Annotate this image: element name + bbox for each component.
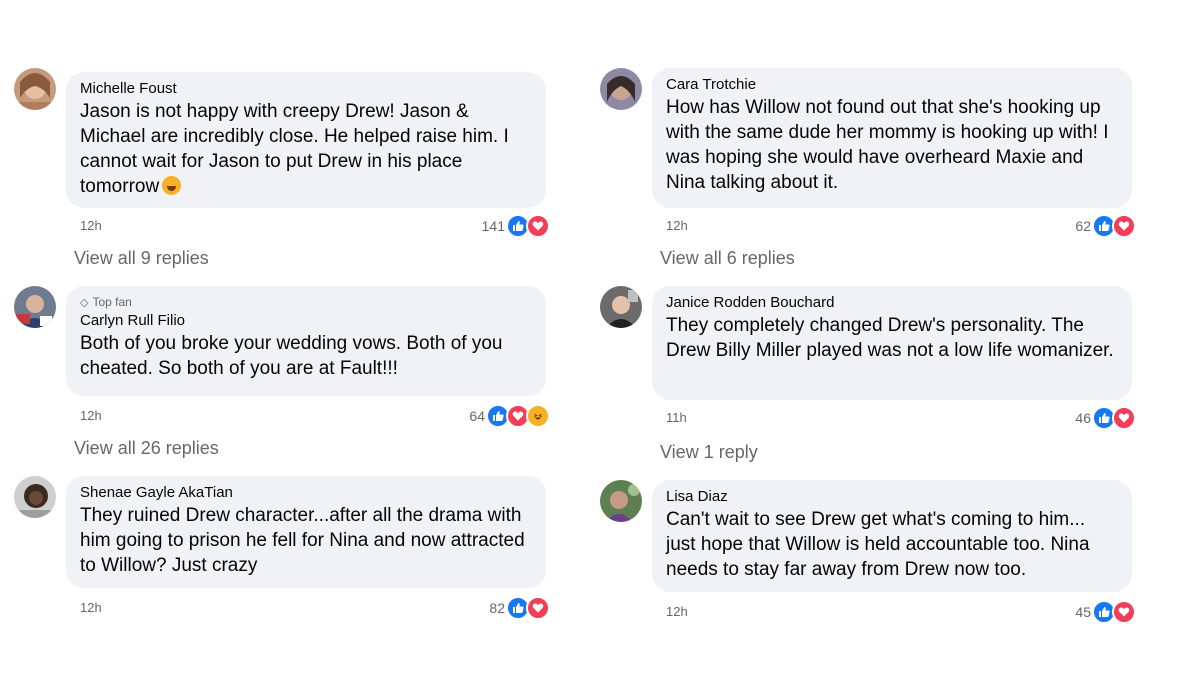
diamond-icon: ◇ — [80, 297, 89, 309]
comment-meta: 12h 64 — [80, 404, 550, 428]
comment-text: They completely changed Drew's personali… — [666, 315, 1114, 361]
avatar[interactable] — [600, 480, 642, 522]
heart-icon — [526, 214, 550, 238]
avatar[interactable] — [14, 476, 56, 518]
commenter-name[interactable]: Cara Trotchie — [666, 76, 1118, 94]
comment-meta: 12h 82 — [80, 596, 550, 620]
avatar[interactable] — [14, 286, 56, 328]
comment-bubble: Lisa Diaz Can't wait to see Drew get wha… — [652, 480, 1132, 592]
commenter-name[interactable]: Michelle Foust — [80, 80, 532, 98]
avatar[interactable] — [14, 68, 56, 110]
reaction-summary[interactable]: 141 — [482, 214, 550, 238]
avatar[interactable] — [600, 286, 642, 328]
reaction-count: 62 — [1075, 218, 1091, 234]
commenter-name[interactable]: Carlyn Rull Filio — [80, 312, 532, 330]
comment-text: How has Willow not found out that she's … — [666, 97, 1109, 193]
comment-text: Both of you broke your wedding vows. Bot… — [80, 333, 503, 379]
grinning-emoji-icon — [162, 176, 182, 195]
comment-meta: 12h 45 — [666, 600, 1136, 624]
reaction-summary[interactable]: 82 — [489, 596, 550, 620]
comment-bubble: Shenae Gayle AkaTian They ruined Drew ch… — [66, 476, 546, 588]
commenter-name[interactable]: Shenae Gayle AkaTian — [80, 484, 532, 502]
timestamp[interactable]: 12h — [666, 218, 688, 233]
reaction-summary[interactable]: 62 — [1075, 214, 1136, 238]
reaction-summary[interactable]: 46 — [1075, 406, 1136, 430]
avatar[interactable] — [600, 68, 642, 110]
heart-icon — [1112, 600, 1136, 624]
comment-text-content: Jason is not happy with creepy Drew! Jas… — [80, 101, 509, 197]
commenter-name[interactable]: Janice Rodden Bouchard — [666, 294, 1118, 312]
reaction-count: 82 — [489, 600, 505, 616]
reaction-count: 64 — [469, 408, 485, 424]
comment-meta: 12h 141 — [80, 214, 550, 238]
heart-icon — [1112, 214, 1136, 238]
heart-icon — [526, 596, 550, 620]
comment-text: Jason is not happy with creepy Drew! Jas… — [80, 99, 532, 199]
comment-bubble: ◇ Top fan Carlyn Rull Filio Both of you b… — [66, 286, 546, 396]
reaction-count: 45 — [1075, 604, 1091, 620]
view-replies-link[interactable]: View all 6 replies — [660, 248, 795, 269]
top-fan-label: Top fan — [92, 295, 132, 309]
comment-text: They ruined Drew character...after all t… — [80, 505, 525, 576]
haha-emoji-icon — [526, 404, 550, 428]
timestamp[interactable]: 11h — [666, 410, 687, 425]
comment-text: Can't wait to see Drew get what's coming… — [666, 509, 1090, 580]
view-replies-link[interactable]: View 1 reply — [660, 442, 758, 463]
reaction-count: 141 — [481, 218, 505, 234]
view-replies-link[interactable]: View all 9 replies — [74, 248, 209, 269]
timestamp[interactable]: 12h — [80, 408, 102, 423]
reaction-count: 46 — [1075, 410, 1091, 426]
comment-meta: 12h 62 — [666, 214, 1136, 238]
reaction-summary[interactable]: 45 — [1075, 600, 1136, 624]
timestamp[interactable]: 12h — [666, 604, 688, 619]
comment-bubble: Cara Trotchie How has Willow not found o… — [652, 68, 1132, 208]
comment-bubble: Janice Rodden Bouchard They completely c… — [652, 286, 1132, 400]
reaction-summary[interactable]: 64 — [469, 404, 550, 428]
comment-bubble: Michelle Foust Jason is not happy with c… — [66, 72, 546, 208]
timestamp[interactable]: 12h — [80, 218, 102, 233]
heart-icon — [1112, 406, 1136, 430]
commenter-name[interactable]: Lisa Diaz — [666, 488, 1118, 506]
view-replies-link[interactable]: View all 26 replies — [74, 438, 219, 459]
timestamp[interactable]: 12h — [80, 600, 102, 615]
comment-meta: 11h 46 — [666, 406, 1136, 430]
top-fan-badge: ◇ Top fan — [80, 294, 532, 311]
